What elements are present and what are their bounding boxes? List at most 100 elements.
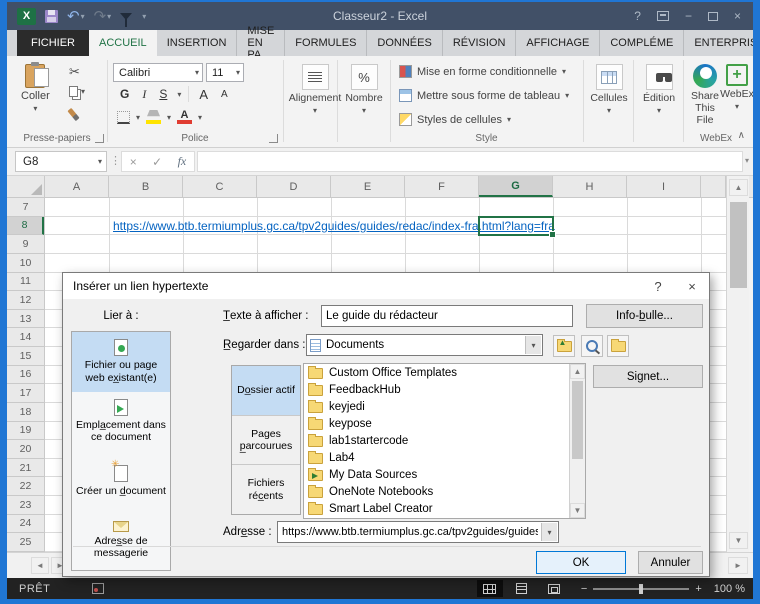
row-header-22[interactable]: 22 <box>7 477 44 496</box>
browse-file-button[interactable] <box>607 335 629 357</box>
scroll-right-icon[interactable]: ► <box>728 557 748 574</box>
list-scroll-down-icon[interactable]: ▼ <box>570 503 585 518</box>
page-layout-view-icon[interactable] <box>509 580 535 597</box>
row-header-25[interactable]: 25 <box>7 533 44 552</box>
borders-icon[interactable] <box>117 110 130 124</box>
borders-dropdown-icon[interactable]: ▾ <box>136 113 140 122</box>
column-header-h[interactable]: H <box>553 176 627 197</box>
list-item[interactable]: keypose <box>304 415 585 432</box>
screentip-button[interactable]: Info-b̲ulle... <box>586 304 703 328</box>
ok-button[interactable]: OK <box>536 551 626 574</box>
font-dialog-launcher-icon[interactable] <box>269 134 278 143</box>
row-header-7[interactable]: 7 <box>7 198 44 217</box>
row-header-10[interactable]: 10 <box>7 254 44 273</box>
row-header-21[interactable]: 21 <box>7 459 44 478</box>
display-text-input[interactable]: Le guide du rédacteur <box>321 305 573 327</box>
zoom-in-icon[interactable]: + <box>695 583 701 595</box>
bookmark-button[interactable]: Signet... <box>593 365 703 388</box>
sheet-tab-scroll-left-icon[interactable]: ◄ <box>31 557 49 574</box>
list-item[interactable]: FeedbackHub <box>304 381 585 398</box>
formula-bar-handle-icon[interactable]: ⋮ <box>110 154 121 167</box>
font-name-combo[interactable]: Calibri ▾ <box>113 63 203 82</box>
paste-button[interactable]: Coller ▾ <box>21 62 50 113</box>
page-break-view-icon[interactable] <box>541 580 567 597</box>
select-all-corner[interactable] <box>7 176 45 197</box>
tab-revision[interactable]: RÉVISION <box>443 30 517 56</box>
tab-mise-en-page[interactable]: MISE EN PA <box>237 25 286 61</box>
normal-view-icon[interactable] <box>476 580 503 597</box>
address-dropdown-icon[interactable]: ▾ <box>541 523 557 541</box>
webex-button[interactable]: + WebEx ▾ <box>720 64 753 111</box>
row-header-8[interactable]: 8 <box>7 216 44 236</box>
confirm-entry-icon[interactable]: ✓ <box>152 155 162 169</box>
look-in-dropdown-icon[interactable]: ▾ <box>525 336 541 354</box>
font-name-dropdown-icon[interactable]: ▾ <box>195 68 199 77</box>
list-item[interactable]: lab1startercode <box>304 432 585 449</box>
formula-input[interactable] <box>197 151 743 172</box>
customize-qat-icon[interactable]: ▾ <box>142 12 146 21</box>
alignment-group-button[interactable]: Alignement ▾ <box>289 64 341 115</box>
row-header-12[interactable]: 12 <box>7 291 44 310</box>
dialog-close-icon[interactable]: × <box>675 273 709 299</box>
tab-complements[interactable]: COMPLÉME <box>600 30 685 56</box>
tab-formules[interactable]: FORMULES <box>285 30 368 56</box>
row-header-24[interactable]: 24 <box>7 515 44 534</box>
paste-dropdown-icon[interactable]: ▾ <box>33 104 37 113</box>
row-header-19[interactable]: 19 <box>7 422 44 441</box>
fill-color-button[interactable] <box>146 110 162 124</box>
cells-group-button[interactable]: Cellules ▾ <box>589 64 629 115</box>
column-header-g[interactable]: G <box>479 176 553 197</box>
share-this-file-button[interactable]: Share This File <box>689 64 721 126</box>
list-item[interactable]: Smart Label Creator <box>304 501 585 518</box>
italic-button[interactable]: I <box>139 87 149 102</box>
shrink-font-button[interactable]: A <box>218 89 231 100</box>
row-header-11[interactable]: 11 <box>7 273 44 292</box>
browsed-pages-tab[interactable]: Pages p̲arcourues <box>232 416 300 466</box>
editing-group-button[interactable]: Édition ▾ <box>639 64 679 115</box>
sidebar-email-address[interactable]: Adres̲se de messagerie <box>72 511 170 571</box>
clipboard-dialog-launcher-icon[interactable] <box>95 134 104 143</box>
undo-dropdown-icon[interactable]: ▾ <box>81 12 85 21</box>
column-header-c[interactable]: C <box>183 176 257 197</box>
column-header-partial[interactable] <box>701 176 726 197</box>
sidebar-create-new-document[interactable]: Créer un d̲ocument <box>72 451 170 511</box>
format-painter-button[interactable] <box>67 107 80 122</box>
cell-styles-button[interactable]: Styles de cellules ▾ <box>399 113 511 126</box>
row-header-17[interactable]: 17 <box>7 384 44 403</box>
insert-function-icon[interactable]: fx <box>178 154 187 169</box>
file-list-scrollbar-thumb[interactable] <box>572 381 583 459</box>
underline-dropdown-icon[interactable]: ▾ <box>177 90 181 99</box>
row-header-15[interactable]: 15 <box>7 347 44 366</box>
column-header-a[interactable]: A <box>45 176 109 197</box>
list-item[interactable]: Custom Office Templates <box>304 364 585 381</box>
name-box[interactable]: G8 ▾ <box>15 151 107 172</box>
vertical-scrollbar-thumb[interactable] <box>730 202 747 288</box>
up-one-folder-button[interactable]: ▲ <box>553 335 575 357</box>
filter-icon[interactable] <box>120 12 133 27</box>
file-list-scrollbar[interactable]: ▲ ▼ <box>569 364 585 518</box>
column-header-e[interactable]: E <box>331 176 405 197</box>
list-item[interactable]: Lab4 <box>304 449 585 466</box>
tab-insertion[interactable]: INSERTION <box>157 30 238 56</box>
row-header-16[interactable]: 16 <box>7 366 44 385</box>
cut-button[interactable]: ✂ <box>69 64 80 80</box>
browse-web-button[interactable] <box>581 335 603 357</box>
scroll-up-icon[interactable]: ▲ <box>729 179 748 196</box>
tab-donnees[interactable]: DONNÉES <box>367 30 443 56</box>
font-size-dropdown-icon[interactable]: ▾ <box>236 68 240 77</box>
close-icon[interactable]: × <box>734 9 741 23</box>
row-header-9[interactable]: 9 <box>7 235 44 254</box>
undo-button[interactable]: ↶ ▾ <box>67 7 85 25</box>
column-header-i[interactable]: I <box>627 176 701 197</box>
number-group-button[interactable]: % Nombre ▾ <box>344 64 384 115</box>
list-item[interactable]: OneNote Notebooks <box>304 484 585 501</box>
grow-font-button[interactable]: A <box>196 87 211 102</box>
restore-icon[interactable] <box>707 11 718 21</box>
column-header-d[interactable]: D <box>257 176 331 197</box>
list-scroll-up-icon[interactable]: ▲ <box>570 364 585 379</box>
tab-enterprise[interactable]: ENTERPRISE <box>684 30 753 56</box>
row-header-13[interactable]: 13 <box>7 310 44 329</box>
copy-button[interactable]: ▾ <box>69 86 85 97</box>
vertical-scrollbar[interactable]: ▲ ▼ <box>726 176 749 552</box>
bold-button[interactable]: G <box>117 87 132 101</box>
